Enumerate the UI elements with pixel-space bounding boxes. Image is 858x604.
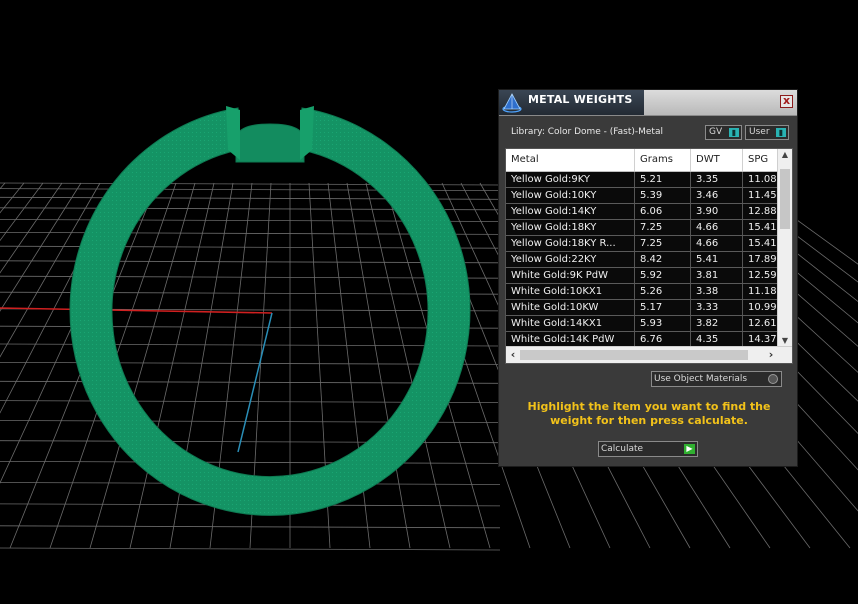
grid-line [0, 182, 25, 214]
column-header-dwt[interactable]: DWT [691, 149, 743, 171]
table-row[interactable]: Yellow Gold:14KY 6.06 3.90 12.88 [506, 204, 783, 220]
calculate-label: Calculate [601, 444, 644, 454]
gv-toggle-label: GV [709, 127, 723, 137]
metal-cell: Yellow Gold:22KY [506, 252, 635, 267]
grams-cell: 6.76 [635, 332, 691, 347]
scroll-right-icon[interactable]: › [764, 347, 778, 363]
grid-line [0, 525, 501, 529]
metal-weights-panel: METAL WEIGHTS x Library: Color Dome - (F… [498, 89, 798, 467]
vertical-scroll-thumb[interactable] [780, 169, 790, 229]
grid-line [0, 182, 63, 274]
table-row[interactable]: Yellow Gold:10KY 5.39 3.46 11.45 [506, 188, 783, 204]
table-row[interactable]: Yellow Gold:9KY 5.21 3.35 11.08 [506, 172, 783, 188]
dwt-cell: 3.38 [691, 284, 743, 299]
toggle-indicator-icon: ▮ [729, 128, 739, 137]
grid-line [0, 460, 501, 464]
metal-cell: White Gold:10KW [506, 300, 635, 315]
radio-indicator-icon [768, 374, 778, 384]
use-object-materials-label: Use Object Materials [654, 374, 748, 384]
dwt-cell: 4.66 [691, 236, 743, 251]
grams-cell: 5.26 [635, 284, 691, 299]
close-button[interactable]: x [780, 95, 793, 108]
table-row[interactable]: Yellow Gold:18KY 7.25 4.66 15.41 [506, 220, 783, 236]
grams-cell: 5.92 [635, 268, 691, 283]
metal-cell: White Gold:14KX1 [506, 316, 635, 331]
scroll-left-icon[interactable]: ‹ [506, 347, 520, 363]
grams-cell: 5.39 [635, 188, 691, 203]
panel-titlebar[interactable]: METAL WEIGHTS x [499, 90, 797, 116]
column-header-metal[interactable]: Metal [506, 149, 635, 171]
grams-cell: 5.17 [635, 300, 691, 315]
close-icon: x [782, 94, 791, 107]
table-row[interactable]: White Gold:10KX1 5.26 3.38 11.18 [506, 284, 783, 300]
table-header: Metal Grams DWT SPG [506, 149, 783, 172]
metal-cell: White Gold:10KX1 [506, 284, 635, 299]
metal-cell: Yellow Gold:14KY [506, 204, 635, 219]
dwt-cell: 5.41 [691, 252, 743, 267]
use-object-materials-toggle[interactable]: Use Object Materials [651, 371, 782, 387]
library-label: Library: Color Dome - (Fast)-Metal [511, 127, 663, 137]
table-row[interactable]: White Gold:10KW 5.17 3.33 10.99 [506, 300, 783, 316]
table-row[interactable]: White Gold:9K PdW 5.92 3.81 12.59 [506, 268, 783, 284]
metal-table[interactable]: Metal Grams DWT SPG Yellow Gold:9KY 5.21 3… [505, 148, 793, 364]
user-toggle[interactable]: User ▮ [745, 125, 789, 140]
table-row[interactable]: Yellow Gold:18KY R... 7.25 4.66 15.41 [506, 236, 783, 252]
table-row[interactable]: White Gold:14KX1 5.93 3.82 12.61 [506, 316, 783, 332]
dwt-cell: 3.82 [691, 316, 743, 331]
dwt-cell: 3.35 [691, 172, 743, 187]
panel-title: METAL WEIGHTS [528, 93, 633, 106]
grid-line [0, 182, 44, 242]
column-header-grams[interactable]: Grams [635, 149, 691, 171]
play-arrow-icon: ▶ [684, 444, 695, 454]
metal-cell: Yellow Gold:18KY [506, 220, 635, 235]
grams-cell: 5.93 [635, 316, 691, 331]
dwt-cell: 4.35 [691, 332, 743, 347]
scroll-up-icon[interactable]: ▲ [778, 149, 792, 161]
grams-cell: 8.42 [635, 252, 691, 267]
metal-cell: Yellow Gold:10KY [506, 188, 635, 203]
horizontal-scroll-thumb[interactable] [520, 350, 748, 360]
ring-bead [235, 123, 305, 163]
grams-cell: 7.25 [635, 236, 691, 251]
metal-cell: White Gold:14K PdW [506, 332, 635, 347]
title-tab: METAL WEIGHTS [499, 90, 644, 115]
grams-cell: 6.06 [635, 204, 691, 219]
dwt-cell: 4.66 [691, 220, 743, 235]
ring-band [69, 107, 471, 516]
pyramid-logo-icon [502, 93, 522, 113]
grid-line [0, 547, 501, 551]
dwt-cell: 3.46 [691, 188, 743, 203]
grams-cell: 7.25 [635, 220, 691, 235]
calculate-button[interactable]: Calculate ▶ [598, 441, 698, 457]
instruction-text: Highlight the item you want to find the … [527, 400, 771, 427]
metal-cell: Yellow Gold:9KY [506, 172, 635, 187]
metal-cell: Yellow Gold:18KY R... [506, 236, 635, 251]
grams-cell: 5.21 [635, 172, 691, 187]
dwt-cell: 3.90 [691, 204, 743, 219]
vertical-scrollbar[interactable]: ▲ ▼ [777, 149, 792, 347]
dwt-cell: 3.81 [691, 268, 743, 283]
user-toggle-label: User [749, 127, 770, 137]
metal-cell: White Gold:9K PdW [506, 268, 635, 283]
toggle-indicator-icon: ▮ [776, 128, 786, 137]
dwt-cell: 3.33 [691, 300, 743, 315]
horizontal-scrollbar[interactable]: ‹ › [506, 346, 792, 363]
table-row[interactable]: Yellow Gold:22KY 8.42 5.41 17.89 [506, 252, 783, 268]
table-body: Yellow Gold:9KY 5.21 3.35 11.08 Yellow Gold:… [506, 172, 783, 348]
x-axis-line [0, 307, 273, 314]
gv-toggle[interactable]: GV ▮ [705, 125, 742, 140]
